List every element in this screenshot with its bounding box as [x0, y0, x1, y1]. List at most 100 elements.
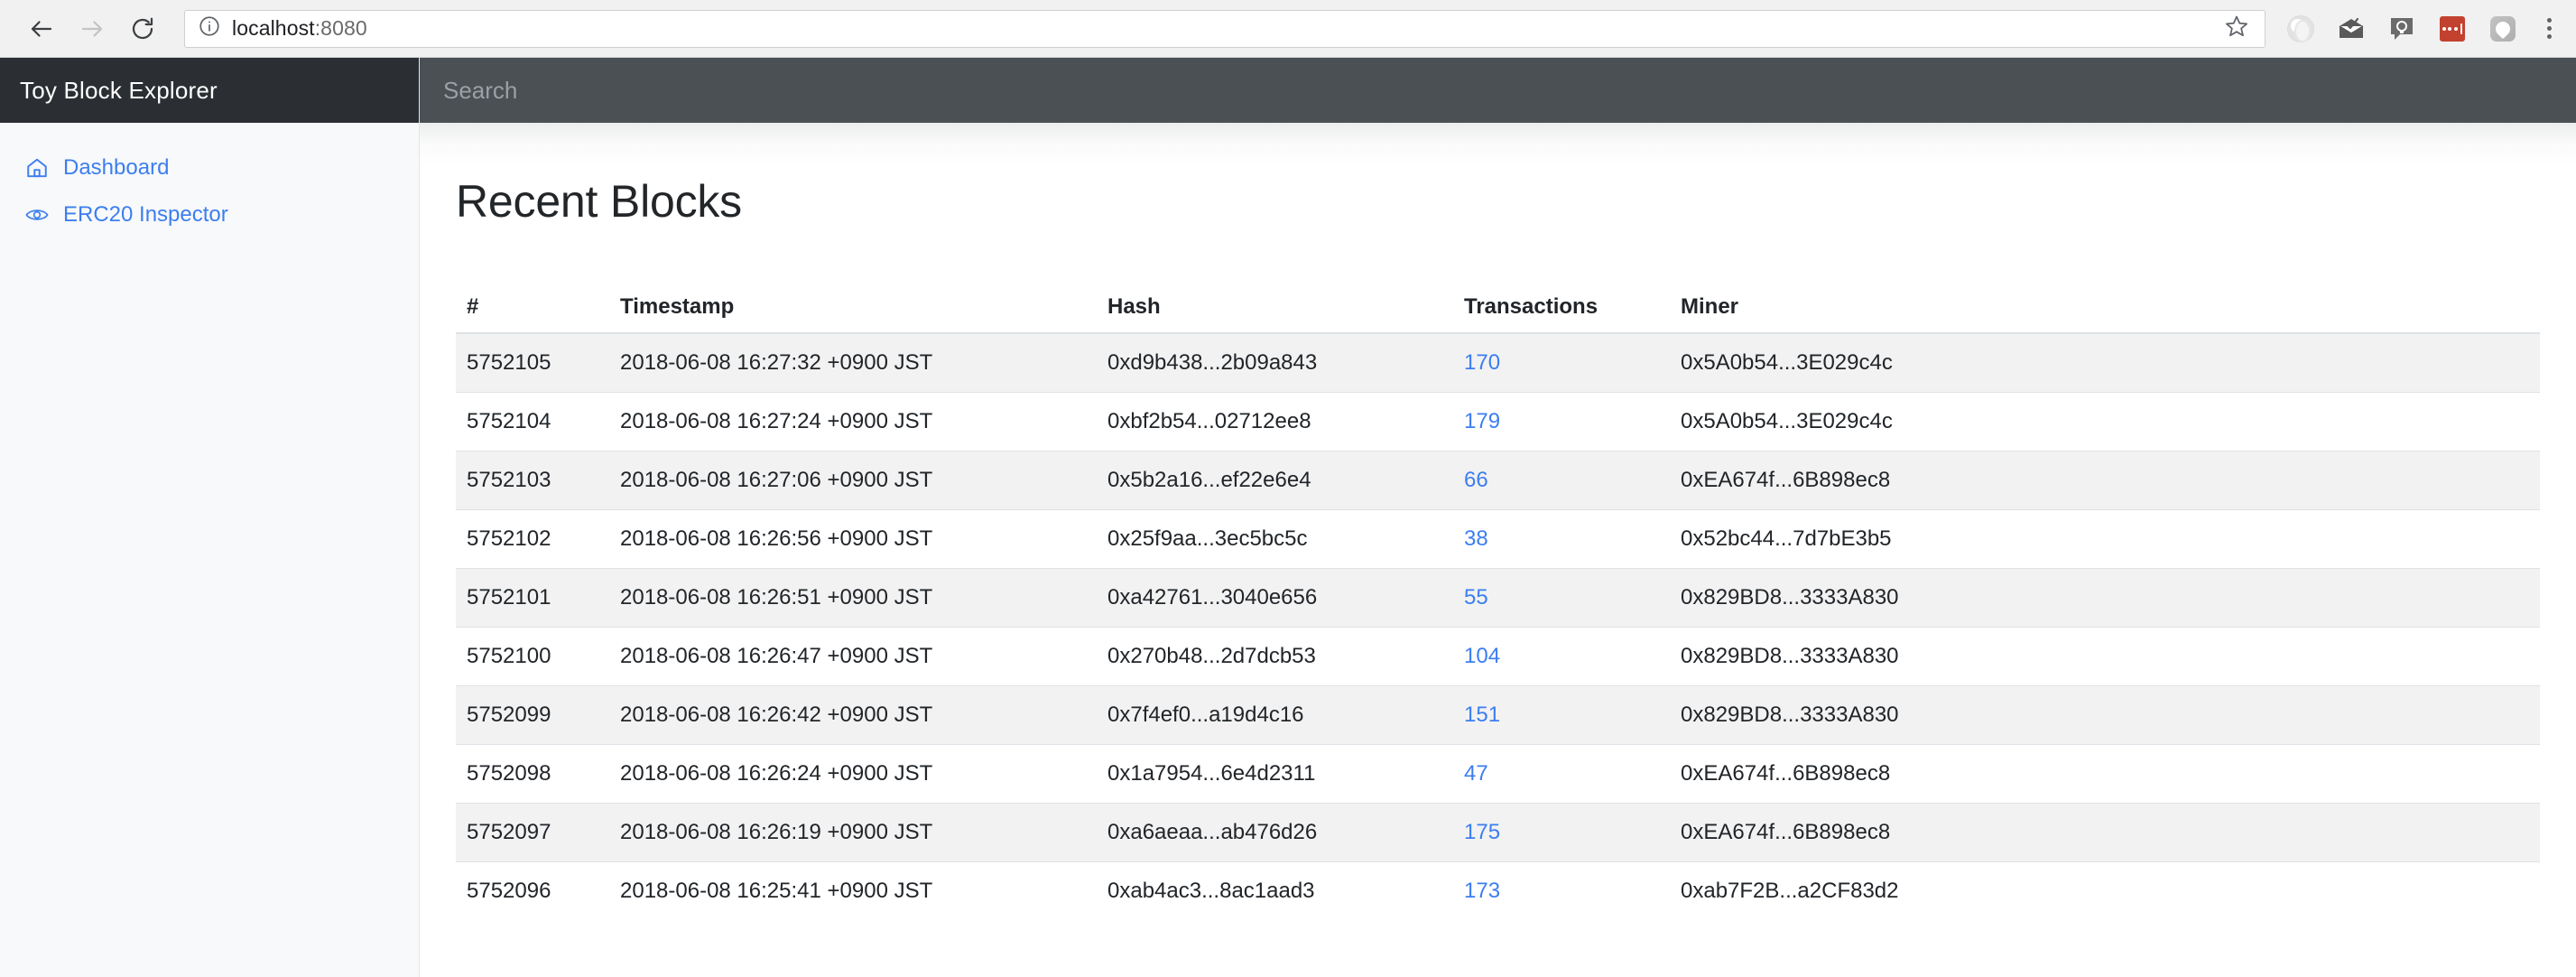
three-dot-menu-icon[interactable]: [2538, 14, 2560, 44]
block-hash: 0x1a7954...6e4d2311: [1097, 745, 1453, 804]
brand-title: Toy Block Explorer: [20, 77, 218, 105]
block-number: 5752098: [456, 745, 609, 804]
block-miner-value: 0x829BD8...3333A830: [1681, 644, 1899, 668]
block-transactions-value[interactable]: 55: [1464, 585, 1488, 609]
block-number-value: 5752097: [467, 820, 551, 844]
block-timestamp-value: 2018-06-08 16:27:32 +0900 JST: [620, 350, 932, 375]
block-number-value: 5752105: [467, 350, 551, 375]
block-transactions-value[interactable]: 175: [1464, 820, 1500, 844]
block-number-value: 5752102: [467, 526, 551, 551]
red-dots-badge-icon[interactable]: [2437, 14, 2468, 44]
page-body: Recent Blocks # Timestamp Hash Transacti…: [420, 123, 2576, 977]
address-bar[interactable]: localhost:8080: [184, 10, 2266, 48]
star-icon: [2224, 14, 2249, 43]
block-hash-value: 0x1a7954...6e4d2311: [1107, 761, 1315, 786]
block-number: 5752096: [456, 862, 609, 921]
block-hash-value: 0x25f9aa...3ec5bc5c: [1107, 526, 1308, 551]
block-number-value: 5752100: [467, 644, 551, 668]
info-circle-icon[interactable]: [198, 14, 221, 42]
block-miner-value: 0xEA674f...6B898ec8: [1681, 761, 1890, 786]
block-timestamp-value: 2018-06-08 16:26:42 +0900 JST: [620, 703, 932, 727]
block-miner-value: 0xEA674f...6B898ec8: [1681, 820, 1890, 844]
back-arrow-icon: [28, 15, 55, 42]
block-hash: 0xa6aeaa...ab476d26: [1097, 804, 1453, 862]
ring-extension-icon[interactable]: [2285, 14, 2316, 44]
block-miner-value: 0x829BD8...3333A830: [1681, 585, 1899, 609]
table-row: 5752096 2018-06-08 16:25:41 +0900 JST 0xab…: [456, 862, 2540, 921]
block-hash: 0x270b48...2d7dcb53: [1097, 628, 1453, 686]
content-column: Search Recent Blocks # Timestamp Hash Tr…: [420, 58, 2576, 977]
block-number-value: 5752099: [467, 703, 551, 727]
recent-blocks-table: # Timestamp Hash Transactions Miner 5752…: [456, 284, 2540, 920]
block-transactions: 55: [1453, 569, 1670, 628]
block-transactions-value[interactable]: 38: [1464, 526, 1488, 551]
column-header-timestamp: Timestamp: [609, 284, 1097, 333]
block-timestamp-value: 2018-06-08 16:26:24 +0900 JST: [620, 761, 932, 786]
sidebar-item-erc20-inspector[interactable]: ERC20 Inspector: [0, 191, 419, 238]
table-row: 5752098 2018-06-08 16:26:24 +0900 JST 0x1a…: [456, 745, 2540, 804]
lightbulb-note-icon[interactable]: [2386, 14, 2417, 44]
block-number-value: 5752096: [467, 879, 551, 903]
block-timestamp: 2018-06-08 16:26:24 +0900 JST: [609, 745, 1097, 804]
block-transactions-value[interactable]: 66: [1464, 468, 1488, 492]
table-row: 57521002018-06-08 16:26:47 +0900 JST0x27…: [456, 628, 2540, 686]
block-transactions: 179: [1453, 393, 1670, 451]
block-miner: 0xEA674f...6B898ec8: [1670, 745, 2540, 804]
sidebar-item-label: ERC20 Inspector: [63, 202, 228, 228]
search-input[interactable]: Search: [443, 77, 517, 105]
block-miner: 0x829BD8...3333A830: [1670, 686, 2540, 745]
block-transactions-value[interactable]: 173: [1464, 879, 1500, 903]
block-hash: 0xd9b438...2b09a843: [1097, 333, 1453, 393]
block-hash-value: 0xd9b438...2b09a843: [1107, 350, 1317, 375]
table-row: 57521012018-06-08 16:26:51 +0900 JST0xa4…: [456, 569, 2540, 628]
block-timestamp: 2018-06-08 16:26:51 +0900 JST: [609, 569, 1097, 628]
block-timestamp: 2018-06-08 16:26:42 +0900 JST: [609, 686, 1097, 745]
block-transactions: 47: [1453, 745, 1670, 804]
reload-icon: [129, 15, 156, 42]
forward-button[interactable]: [67, 4, 117, 54]
block-timestamp: 2018-06-08 16:25:41 +0900 JST: [609, 862, 1097, 921]
table-row: 5752099 2018-06-08 16:26:42 +0900 JST 0x7f…: [456, 686, 2540, 745]
back-button[interactable]: [16, 4, 67, 54]
grey-shape-extension-icon[interactable]: [2488, 14, 2518, 44]
block-transactions-value[interactable]: 170: [1464, 350, 1500, 375]
table-row: 5752102 2018-06-08 16:26:56 +0900 JST 0x25…: [456, 510, 2540, 569]
block-timestamp: 2018-06-08 16:26:56 +0900 JST: [609, 510, 1097, 569]
block-transactions-value[interactable]: 104: [1464, 644, 1500, 668]
block-hash-value: 0x5b2a16...ef22e6e4: [1107, 468, 1311, 492]
top-navbar: Search: [420, 58, 2576, 123]
mail-envelope-icon[interactable]: [2336, 14, 2367, 44]
browser-toolbar: localhost:8080: [0, 0, 2576, 58]
block-timestamp-value: 2018-06-08 16:26:19 +0900 JST: [620, 820, 932, 844]
app-root: Toy Block Explorer Dashboard: [0, 58, 2576, 977]
block-number: 5752104: [456, 393, 609, 451]
block-hash-value: 0xab4ac3...8ac1aad3: [1107, 879, 1315, 903]
block-timestamp: 2018-06-08 16:27:32 +0900 JST: [609, 333, 1097, 393]
block-transactions-value[interactable]: 47: [1464, 761, 1488, 786]
sidebar-nav: Dashboard ERC20 Inspector: [0, 123, 419, 238]
table-body: 5752105 2018-06-08 16:27:32 +0900 JST 0xd9…: [456, 333, 2540, 920]
block-hash-value: 0x7f4ef0...a19d4c16: [1107, 703, 1304, 727]
block-hash-value: 0x270b48...2d7dcb53: [1107, 644, 1316, 668]
block-miner-value: 0xEA674f...6B898ec8: [1681, 468, 1890, 492]
block-timestamp-value: 2018-06-08 16:26:56 +0900 JST: [620, 526, 932, 551]
block-timestamp: 2018-06-08 16:26:19 +0900 JST: [609, 804, 1097, 862]
block-miner: 0xab7F2B...a2CF83d2: [1670, 862, 2540, 921]
block-hash-value: 0xa6aeaa...ab476d26: [1107, 820, 1317, 844]
reload-button[interactable]: [117, 4, 168, 54]
block-number: 5752103: [456, 451, 609, 510]
table-header-row: # Timestamp Hash Transactions Miner: [456, 284, 2540, 333]
url-host: localhost: [232, 16, 315, 40]
sidebar-item-dashboard[interactable]: Dashboard: [0, 144, 419, 191]
bookmark-button[interactable]: [2221, 14, 2252, 44]
eye-icon: [25, 203, 49, 227]
block-transactions: 151: [1453, 686, 1670, 745]
block-transactions-value[interactable]: 179: [1464, 409, 1500, 433]
block-miner: 0x829BD8...3333A830: [1670, 628, 2540, 686]
block-miner-value: 0x52bc44...7d7bE3b5: [1681, 526, 1892, 551]
block-miner-value: 0x829BD8...3333A830: [1681, 703, 1899, 727]
block-transactions-value[interactable]: 151: [1464, 703, 1500, 727]
block-timestamp-value: 2018-06-08 16:27:24 +0900 JST: [620, 409, 932, 433]
block-transactions: 38: [1453, 510, 1670, 569]
block-timestamp-value: 2018-06-08 16:27:06 +0900 JST: [620, 468, 932, 492]
